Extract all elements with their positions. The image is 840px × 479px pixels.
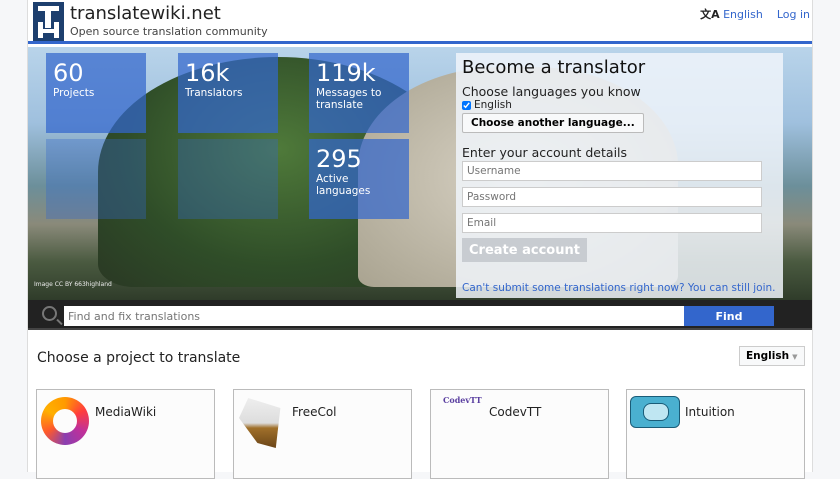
search-input[interactable] [64, 306, 684, 326]
signup-title: Become a translator [462, 57, 646, 78]
english-checkbox[interactable] [462, 100, 471, 110]
project-name: MediaWiki [95, 405, 157, 419]
stat-languages: 295 Active languages [309, 139, 409, 219]
stat-projects: 60 Projects [46, 53, 146, 133]
stat-label: Translators [185, 87, 243, 99]
checkbox-label: English [474, 99, 512, 111]
login-link[interactable]: Log in [777, 8, 810, 21]
languages-heading: Choose languages you know [462, 84, 641, 99]
site-header: translatewiki.net Open source translatio… [28, 0, 812, 44]
project-card-freecol[interactable]: FreeCol [233, 389, 412, 479]
choose-language-button[interactable]: Choose another language... [462, 113, 644, 133]
site-tagline: Open source translation community [70, 25, 268, 38]
codevtt-logo: CodevTT [443, 395, 482, 405]
project-name: FreeCol [292, 405, 337, 419]
language-checkbox-english[interactable]: English [462, 99, 777, 111]
stat-translators: 16k Translators [178, 53, 278, 133]
stat-label: Active languages [316, 173, 371, 197]
stat-messages: 119k Messages to translate [309, 53, 409, 133]
language-label: English [723, 8, 763, 21]
project-language-select[interactable]: English ▼ [739, 346, 805, 366]
search-bar: Find [28, 300, 812, 330]
language-link[interactable]: 文A English [700, 6, 763, 22]
translatewiki-logo[interactable] [33, 2, 64, 41]
stat-tile-empty [46, 139, 146, 219]
freecol-ship-logo [239, 398, 281, 448]
stat-label: Messages to translate [316, 87, 382, 111]
stat-number: 295 [316, 145, 362, 173]
stat-number: 60 [53, 59, 84, 87]
project-card-codevtt[interactable]: CodevTT CodevTT [430, 389, 609, 479]
username-input[interactable] [462, 161, 762, 181]
project-name: CodevTT [489, 405, 542, 419]
image-credit[interactable]: Image CC BY 663highland [34, 281, 112, 288]
translate-icon: 文A [700, 8, 720, 21]
stat-tile-empty [178, 139, 278, 219]
handshake-icon [630, 396, 680, 428]
find-button[interactable]: Find [684, 306, 774, 326]
password-input[interactable] [462, 187, 762, 207]
search-icon [42, 306, 57, 321]
mediawiki-logo [41, 397, 89, 445]
email-input[interactable] [462, 213, 762, 233]
page: translatewiki.net Open source translatio… [27, 0, 813, 479]
projects-heading: Choose a project to translate [37, 350, 241, 366]
signup-form: Become a translator Choose languages you… [456, 53, 783, 298]
site-title[interactable]: translatewiki.net [70, 3, 221, 24]
stat-label: Projects [53, 87, 95, 99]
project-card-intuition[interactable]: Intuition [626, 389, 805, 479]
stat-number: 16k [185, 59, 230, 87]
join-link[interactable]: Can't submit some translations right now… [462, 282, 776, 294]
project-card-mediawiki[interactable]: MediaWiki [36, 389, 215, 479]
stat-number: 119k [316, 59, 376, 87]
create-account-button[interactable]: Create account [462, 238, 587, 262]
account-heading: Enter your account details [462, 145, 628, 160]
project-name: Intuition [685, 405, 735, 419]
selected-language: English [746, 350, 790, 362]
chevron-down-icon: ▼ [792, 353, 798, 361]
hero-banner: 60 Projects 16k Translators 119k Messages t… [28, 47, 812, 300]
